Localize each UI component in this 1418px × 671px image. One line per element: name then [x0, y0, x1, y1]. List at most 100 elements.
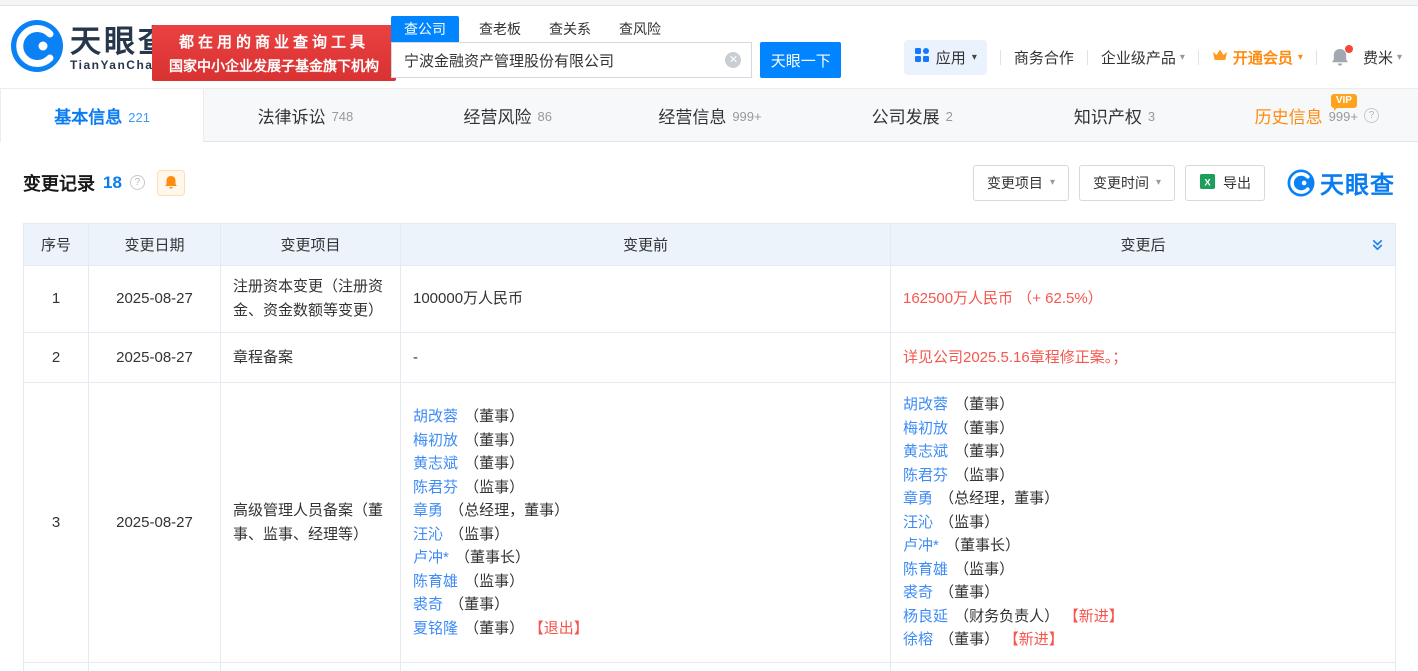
- excel-icon: X: [1199, 173, 1216, 193]
- person-link[interactable]: 黄志斌: [413, 455, 458, 472]
- search-scope-tab[interactable]: 查老板: [479, 16, 521, 42]
- person-link[interactable]: 汪沁: [903, 514, 933, 531]
- table-row: 12025-08-27注册资本变更（注册资金、资金数额等变更）100000万人民…: [24, 266, 1396, 333]
- page-tab-count: 999+: [1329, 109, 1358, 124]
- change-entry: 章勇 （总经理，董事）: [903, 487, 1383, 511]
- page-tab[interactable]: 经营信息999+: [609, 89, 811, 141]
- change-entry: 裘奇 （董事）: [903, 581, 1383, 605]
- person-link[interactable]: 陈育雄: [903, 561, 948, 578]
- cell-change-item: 高级管理人员备案（董事、监事、经理等）: [221, 383, 401, 663]
- change-entry: 陈育雄 （监事）: [903, 558, 1383, 582]
- help-icon[interactable]: ?: [1364, 108, 1379, 123]
- person-role: （总经理，董事）: [445, 502, 569, 519]
- search-scope-tab[interactable]: 查公司: [391, 16, 459, 42]
- cell-before: 胡改蓉 （董事）梅初放 （董事）黄志斌 （董事）陈君芬 （监事）章勇 （总经理，…: [401, 383, 891, 663]
- column-header: 变更项目: [221, 224, 401, 266]
- change-entry: 陈君芬 （监事）: [413, 476, 878, 500]
- person-role: （董事）: [935, 584, 999, 601]
- nav-divider: [1198, 50, 1199, 65]
- change-entry: 汪沁 （监事）: [903, 511, 1383, 535]
- tianyancha-logo-icon: [10, 19, 64, 78]
- person-role: （董事）: [460, 455, 524, 472]
- person-role: （董事长）: [451, 549, 530, 566]
- notifications-bell-icon[interactable]: [1330, 47, 1350, 68]
- chevron-down-icon: ▾: [1050, 177, 1055, 188]
- person-link[interactable]: 夏铭隆: [413, 620, 458, 637]
- change-entry: 卢冲* （董事长）: [413, 546, 878, 570]
- watermark-text: 天眼查: [1320, 165, 1395, 200]
- page-tab-label: 法律诉讼: [258, 103, 326, 128]
- person-link[interactable]: 陈君芬: [903, 467, 948, 484]
- help-icon[interactable]: ?: [130, 175, 145, 190]
- search-button[interactable]: 天眼一下: [760, 42, 841, 78]
- person-link[interactable]: 徐榕: [903, 631, 933, 648]
- page-tab-label: 经营风险: [463, 103, 531, 128]
- cell-change-date: 2025-08-27: [89, 383, 221, 663]
- person-link[interactable]: 裘奇: [903, 584, 933, 601]
- person-link[interactable]: 卢冲*: [413, 549, 449, 566]
- nav-user-menu[interactable]: 费米 ▾: [1363, 47, 1402, 68]
- person-role: （董事）: [950, 396, 1014, 413]
- person-link[interactable]: 陈育雄: [413, 573, 458, 590]
- status-tag: 【退出】: [536, 620, 589, 637]
- page-tab[interactable]: 法律诉讼748: [204, 89, 406, 141]
- nav-apps-label: 应用: [936, 47, 966, 68]
- nav-apps[interactable]: 应用 ▾: [904, 40, 987, 75]
- slogan-line1: 都在用的商业查询工具: [179, 31, 369, 52]
- nav-divider: [1087, 50, 1088, 65]
- subscribe-bell-button[interactable]: [157, 170, 185, 196]
- person-link[interactable]: 梅初放: [903, 420, 948, 437]
- person-link[interactable]: 汪沁: [413, 526, 443, 543]
- search-scope-tab[interactable]: 查关系: [549, 16, 591, 42]
- chevron-down-icon: ▾: [1397, 52, 1402, 63]
- person-link[interactable]: 陈君芬: [413, 479, 458, 496]
- search-scope-tab[interactable]: 查风险: [619, 16, 661, 42]
- person-link[interactable]: 胡改蓉: [413, 408, 458, 425]
- change-records-panel: 变更记录 18 ? 变更项目▾变更时间▾ X 导出: [0, 142, 1418, 671]
- change-entry: 梅初放 （董事）: [413, 429, 878, 453]
- collapse-double-chevron-icon[interactable]: [1370, 237, 1385, 252]
- page-tab-label: 知识产权: [1074, 103, 1142, 128]
- person-link[interactable]: 章勇: [903, 490, 933, 507]
- person-role: （监事）: [935, 514, 999, 531]
- change-entry: 裘奇 （董事）: [413, 593, 878, 617]
- person-link[interactable]: 卢冲*: [903, 537, 939, 554]
- page-tab[interactable]: VIP历史信息999+?: [1216, 89, 1418, 141]
- change-entry: 徐榕 （董事）【新进】: [903, 628, 1383, 652]
- person-link[interactable]: 裘奇: [413, 596, 443, 613]
- change-entry: 夏铭隆 （董事） 【退出】: [413, 617, 878, 641]
- clear-search-icon[interactable]: ✕: [725, 52, 741, 68]
- page-tab[interactable]: 公司发展2: [811, 89, 1013, 141]
- change-entry: 详见公司2025.5.16章程修正案。；: [903, 346, 1383, 370]
- filter-dropdown-button[interactable]: 变更时间▾: [1079, 165, 1175, 201]
- page-tab-label: 历史信息: [1255, 103, 1323, 128]
- page-tab[interactable]: 基本信息221: [0, 89, 204, 142]
- filter-label: 变更时间: [1093, 173, 1149, 193]
- company-section-tabs: 基本信息221法律诉讼748经营风险86经营信息999+公司发展2知识产权3VI…: [0, 88, 1418, 142]
- change-entry: 陈育雄 （监事）: [413, 570, 878, 594]
- column-header: 变更后: [891, 224, 1396, 266]
- export-button[interactable]: X 导出: [1185, 165, 1265, 201]
- person-link[interactable]: 黄志斌: [903, 443, 948, 460]
- person-link[interactable]: 梅初放: [413, 432, 458, 449]
- person-role: （董事）: [460, 432, 524, 449]
- section-title: 变更记录: [23, 170, 95, 196]
- cell: [89, 663, 221, 671]
- page-tab[interactable]: 经营风险86: [407, 89, 609, 141]
- change-value: 详见公司2025.5.16章程修正案。；: [903, 349, 1127, 366]
- search-input[interactable]: [392, 52, 725, 69]
- nav-cooperation[interactable]: 商务合作: [1014, 47, 1074, 68]
- nav-enterprise[interactable]: 企业级产品 ▾: [1101, 47, 1185, 68]
- nav-open-vip[interactable]: 开通会员 ▾: [1212, 47, 1303, 68]
- page-tab[interactable]: 知识产权3: [1013, 89, 1215, 141]
- person-link[interactable]: 胡改蓉: [903, 396, 948, 413]
- filter-dropdown-button[interactable]: 变更项目▾: [973, 165, 1069, 201]
- cell-after: 162500万人民币 （+ 62.5%）: [891, 266, 1396, 333]
- column-header: 变更日期: [89, 224, 221, 266]
- person-role: （财务负责人）: [950, 608, 1059, 625]
- column-header: 变更前: [401, 224, 891, 266]
- person-role: （董事）: [460, 620, 524, 637]
- person-link[interactable]: 章勇: [413, 502, 443, 519]
- person-link[interactable]: 杨良延: [903, 608, 948, 625]
- person-role: （董事）: [950, 420, 1014, 437]
